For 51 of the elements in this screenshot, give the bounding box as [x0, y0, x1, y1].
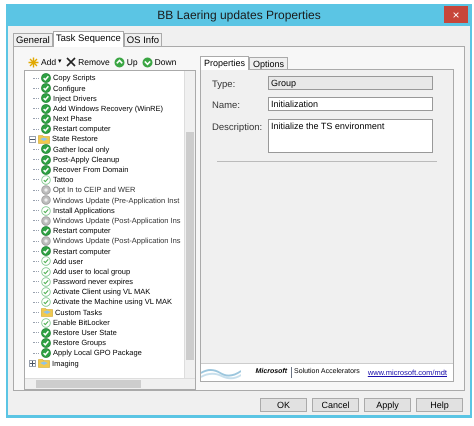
- check-icon: [41, 83, 51, 94]
- folder-icon: [38, 358, 50, 368]
- close-button[interactable]: ×: [444, 6, 468, 23]
- check-icon: [41, 297, 51, 308]
- check-icon: [41, 124, 51, 134]
- check-icon: [41, 174, 51, 185]
- folder-icon: [41, 307, 53, 318]
- dialog-button[interactable]: Help: [416, 398, 463, 412]
- scrollbar[interactable]: [184, 71, 195, 378]
- field-label: Name:: [211, 99, 241, 114]
- check-icon: [41, 318, 51, 328]
- tab[interactable]: OS Info: [124, 33, 162, 46]
- expander-icon[interactable]: [29, 360, 36, 367]
- dialog-button[interactable]: OK: [260, 398, 307, 412]
- toolbar-button[interactable]: Remove: [66, 56, 110, 68]
- scrollbar[interactable]: [25, 378, 195, 389]
- check-icon: [41, 114, 51, 124]
- check-icon: [41, 104, 51, 114]
- tab[interactable]: Task Sequence: [52, 31, 124, 47]
- toolbar-button[interactable]: Down: [142, 56, 176, 68]
- check-icon: [41, 164, 51, 175]
- name-field[interactable]: Initialization: [268, 97, 433, 112]
- check-icon: [41, 73, 51, 84]
- field-label: Type:: [211, 78, 236, 92]
- toolbar-button[interactable]: Up: [114, 56, 138, 68]
- check-icon: [41, 266, 51, 277]
- tab[interactable]: Options: [249, 57, 288, 69]
- check-icon: [41, 328, 51, 338]
- check-icon: [41, 348, 51, 358]
- check-icon: [41, 206, 51, 216]
- field-label: Description:: [211, 120, 264, 134]
- dialog-button[interactable]: Cancel: [312, 398, 359, 412]
- check-icon: [41, 246, 51, 256]
- description-field[interactable]: Initialize the TS environment: [268, 118, 433, 152]
- check-icon: [41, 338, 51, 348]
- check-icon: [41, 256, 51, 266]
- star-icon: [28, 56, 39, 68]
- type-field[interactable]: Group: [268, 76, 433, 90]
- window-title: BB Laering updates Properties: [157, 7, 321, 24]
- tab[interactable]: Properties: [200, 56, 250, 70]
- tab[interactable]: General: [13, 33, 53, 46]
- check-icon: [41, 276, 51, 287]
- check-icon: [41, 154, 51, 165]
- close-icon: [66, 57, 76, 67]
- dialog-button[interactable]: Apply: [364, 398, 411, 412]
- check-icon: [41, 226, 51, 236]
- check-icon: [41, 93, 51, 104]
- folder-icon: [38, 134, 50, 144]
- check-icon: [41, 144, 51, 154]
- check-icon: [41, 287, 51, 298]
- expander-icon[interactable]: [29, 136, 36, 143]
